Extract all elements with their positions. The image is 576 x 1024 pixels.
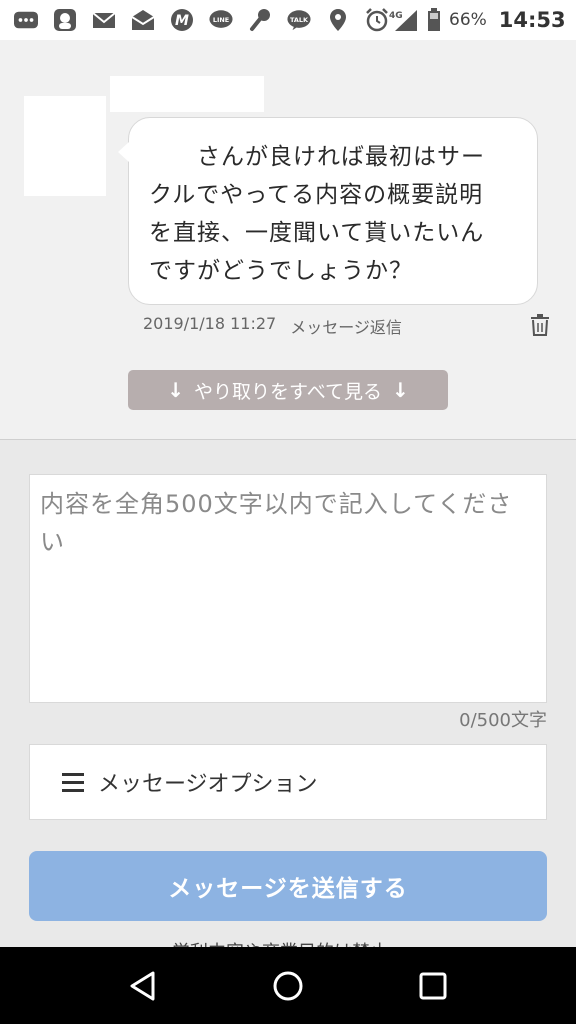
recents-icon[interactable]	[413, 966, 453, 1006]
trash-icon[interactable]	[530, 314, 550, 336]
message-text: さんが良ければ最初はサー クルでやってる内容の概要説明 を直接、一度聞いて貰いた…	[149, 144, 485, 284]
android-nav-bar	[0, 947, 576, 1024]
battery-icon	[427, 8, 441, 32]
m-app-icon: M	[170, 8, 194, 32]
see-all-label: やり取りをすべて見る	[194, 380, 382, 403]
back-icon[interactable]	[123, 966, 163, 1006]
sender-name-redacted	[110, 76, 264, 112]
svg-text:M: M	[175, 13, 189, 29]
talk-icon: TALK	[287, 8, 311, 32]
see-all-button[interactable]: ↓ やり取りをすべて見る ↓	[128, 370, 448, 410]
message-meta: 2019/1/18 11:27 メッセージ返信	[143, 314, 402, 338]
signal-icon: 4G	[389, 8, 419, 32]
message-input-placeholder: 内容を全角500文字以内で記入してください	[40, 490, 513, 556]
app-icon	[53, 8, 77, 32]
message-date: 2019/1/18 11:27	[143, 314, 277, 333]
menu-icon	[62, 772, 84, 792]
send-message-button[interactable]: メッセージを送信する	[29, 851, 547, 921]
message-thread: さんが良ければ最初はサー クルでやってる内容の概要説明 を直接、一度聞いて貰いた…	[0, 40, 576, 440]
send-message-label: メッセージを送信する	[168, 876, 408, 902]
message-type: メッセージ返信	[290, 318, 402, 337]
svg-text:LINE: LINE	[213, 16, 229, 24]
message-options-button[interactable]: メッセージオプション	[29, 744, 547, 820]
clock: 14:53	[498, 8, 566, 32]
status-bar: M LINE TALK 4G 66% 14:53	[0, 0, 576, 40]
line-icon: LINE	[209, 8, 233, 32]
message-input[interactable]: 内容を全角500文字以内で記入してください	[29, 474, 547, 703]
mic-icon	[248, 8, 272, 32]
home-icon[interactable]	[268, 966, 308, 1006]
arrow-down-icon: ↓	[167, 378, 185, 402]
message-bubble: さんが良ければ最初はサー クルでやってる内容の概要説明 を直接、一度聞いて貰いた…	[118, 117, 538, 305]
svg-text:TALK: TALK	[290, 16, 309, 24]
battery-percent: 66%	[449, 10, 487, 30]
network-label: 4G	[389, 11, 403, 21]
mail-icon	[92, 8, 116, 32]
char-counter: 0/500文字	[459, 710, 547, 731]
alarm-icon	[365, 8, 389, 32]
location-icon	[326, 8, 350, 32]
message-options-label: メッセージオプション	[98, 772, 318, 797]
more-icon	[14, 8, 38, 32]
arrow-down-icon: ↓	[391, 378, 409, 402]
mail-open-icon	[131, 8, 155, 32]
sender-avatar[interactable]	[24, 96, 106, 196]
